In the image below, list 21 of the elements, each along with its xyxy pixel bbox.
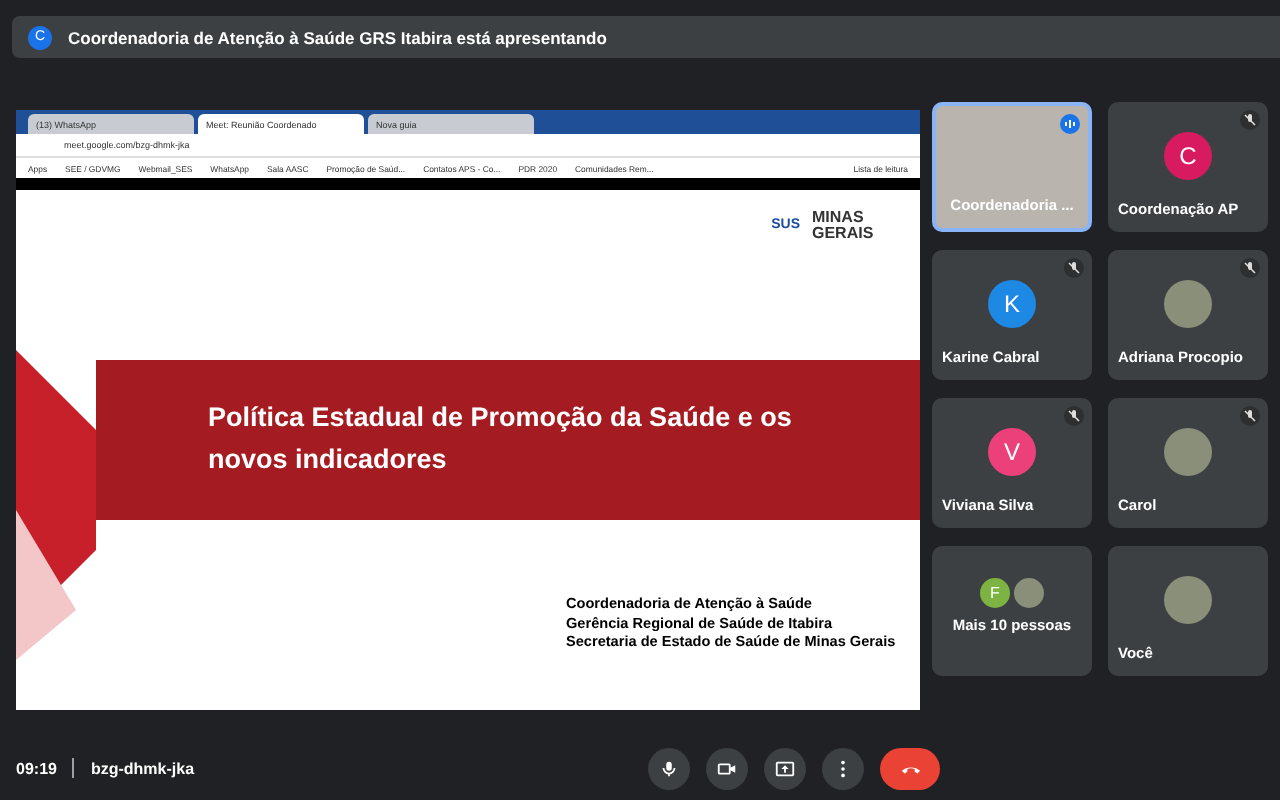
logo-text: MINAS GERAIS <box>812 210 876 241</box>
camera-button[interactable] <box>706 747 748 789</box>
meeting-code: bzg-dhmk-jka <box>90 759 195 777</box>
photo-placeholder <box>1014 577 1044 607</box>
more-button[interactable] <box>822 747 864 789</box>
slide-title: Política Estadual de Promoção da Saúde e os novos indicadores <box>208 400 794 479</box>
screen-icon <box>774 757 796 779</box>
present-button[interactable] <box>764 747 806 789</box>
photo-placeholder <box>1164 279 1212 327</box>
mic-icon <box>658 757 680 779</box>
hangup-button[interactable] <box>880 747 940 789</box>
photo-placeholder <box>1164 427 1212 475</box>
avatar: V <box>988 427 1036 475</box>
mic-button[interactable] <box>648 747 690 789</box>
speaking-icon <box>1060 114 1080 134</box>
banner-text: Coordenadoria de Atenção à Saúde GRS Itabira está apresentando <box>68 27 607 47</box>
avatar: C <box>1164 131 1212 179</box>
avatar: F <box>980 577 1010 607</box>
clock-time: 09:19 <box>16 759 57 777</box>
avatar: K <box>988 279 1036 327</box>
photo-placeholder <box>1164 575 1212 623</box>
